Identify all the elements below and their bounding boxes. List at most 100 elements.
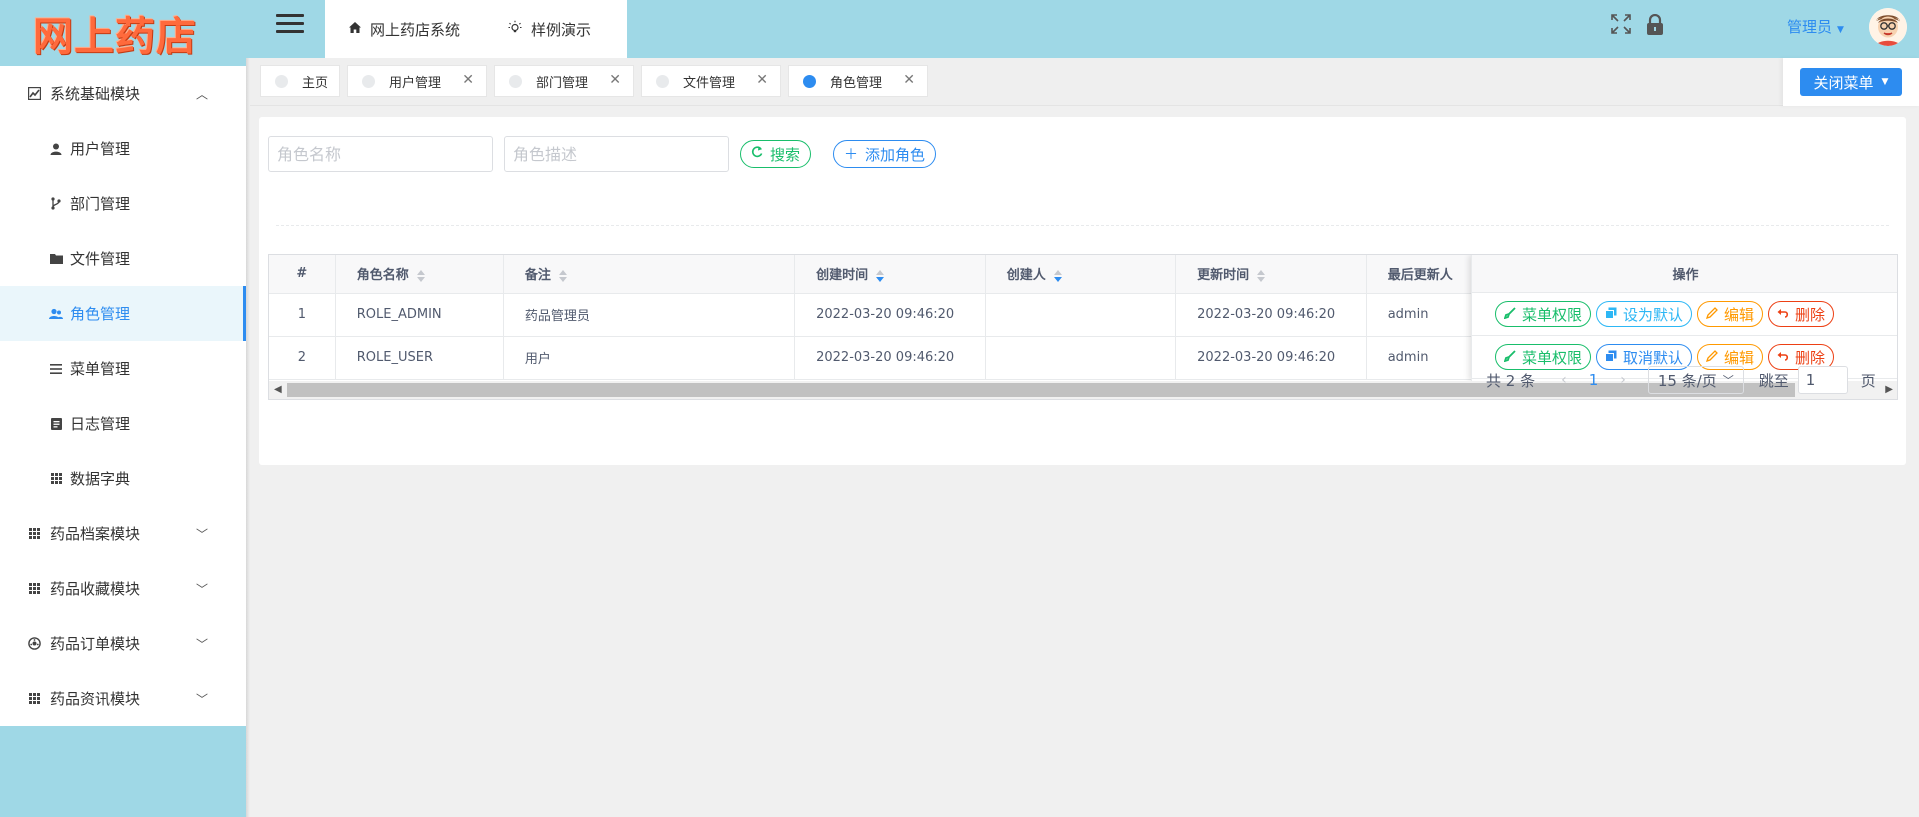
cell-creator [985,293,1177,337]
brush-icon [1503,306,1516,322]
sidebar-group-drug-favorites[interactable]: 药品收藏模块 ﹀ [0,561,246,616]
fullscreen-icon[interactable] [1611,14,1631,39]
chart-icon [26,87,42,100]
sidebar-item-user-management[interactable]: 用户管理 [0,121,246,176]
lock-icon[interactable] [1646,13,1664,40]
page-tab-label: 用户管理 [389,75,442,91]
cell-index: 1 [269,293,336,337]
page-tab-user-management[interactable]: 用户管理 ✕ [347,65,487,97]
prev-page-icon[interactable]: ‹ [1561,372,1567,388]
tab-status-dot [362,74,375,88]
page-suffix: 页 [1860,371,1876,390]
users-icon [48,308,64,320]
sidebar-item-label: 用户管理 [70,140,131,158]
cell-remark: 药品管理员 [503,293,796,337]
role-desc-input[interactable] [504,136,729,172]
set-default-button[interactable]: 设为默认 [1596,301,1693,327]
sidebar-item-label: 菜单管理 [70,360,131,378]
page-size-value: 15 条/页 [1657,371,1717,390]
next-page-icon[interactable]: › [1620,372,1626,388]
page-tab-file-management[interactable]: 文件管理 ✕ [641,65,781,97]
delete-button[interactable]: 删除 [1768,301,1835,327]
chevron-down-icon: ﹀ [195,637,208,651]
scroll-right-icon[interactable]: ▶ [1885,384,1893,395]
chevron-up-icon: ︿ [195,87,208,101]
user-dropdown[interactable]: 管理员 ▼ [1787,16,1844,37]
sidebar-group-drug-orders[interactable]: 药品订单模块 ﹀ [0,616,246,671]
col-header-created-time[interactable]: 创建时间 [794,255,986,294]
edit-button[interactable]: 编辑 [1697,301,1764,327]
sidebar-group-label: 药品订单模块 [50,635,141,653]
chevron-down-icon: ﹀ [195,582,208,596]
cell-role-name: ROLE_ADMIN [335,293,504,337]
search-button[interactable]: 搜索 [740,140,812,168]
col-header-updated-time[interactable]: 更新时间 [1175,255,1367,294]
sort-desc-icon[interactable] [876,269,885,282]
menu-toggle-icon[interactable] [276,14,304,36]
user-name-label: 管理员 [1787,18,1833,36]
role-name-input[interactable] [268,136,493,172]
sidebar-group-drug-news[interactable]: 药品资讯模块 ﹀ [0,671,246,726]
edit-icon [1706,306,1718,322]
sort-icon[interactable] [558,269,567,282]
close-icon[interactable]: ✕ [903,72,915,88]
divider [276,225,1889,226]
page-number[interactable]: 1 [1589,371,1599,389]
cell-remark: 用户 [503,336,796,380]
col-header-last-updater[interactable]: 最后更新人 [1366,255,1473,294]
add-role-button[interactable]: ＋ 添加角色 [833,140,937,168]
sidebar-item-dept-management[interactable]: 部门管理 [0,176,246,231]
sidebar-item-file-management[interactable]: 文件管理 [0,231,246,286]
sidebar-group-label: 药品资讯模块 [50,690,141,708]
tab-status-dot [509,74,522,88]
tab-status-dot [275,74,288,88]
search-button-label: 搜索 [770,145,801,164]
sidebar-item-menu-management[interactable]: 菜单管理 [0,341,246,396]
sort-desc-icon[interactable] [1053,269,1062,282]
page-tab-dept-management[interactable]: 部门管理 ✕ [494,65,634,97]
sidebar-group-label: 药品收藏模块 [50,580,141,598]
page-tab-label: 角色管理 [830,75,883,91]
sidebar-item-label: 角色管理 [70,305,131,323]
col-header-role-name[interactable]: 角色名称 [335,255,504,294]
sidebar-item-data-dictionary[interactable]: 数据字典 [0,451,246,506]
undo-icon [1777,350,1789,365]
close-menu-button[interactable]: 关闭菜单 ▼ [1800,68,1902,96]
sidebar-group-system-basic[interactable]: 系统基础模块 ︿ [0,66,246,121]
sidebar: 网上药店 系统基础模块 ︿ 用户管理 部门管理 文件管理 角色管理 菜单管理 日… [0,0,246,817]
chevron-down-icon: ﹀ [195,527,208,541]
sidebar-item-label: 数据字典 [70,470,131,488]
sidebar-group-drug-archive[interactable]: 药品档案模块 ﹀ [0,506,246,561]
page-tab-home[interactable]: 主页 [260,65,340,97]
col-header-remark[interactable]: 备注 [503,255,796,294]
page-size-select[interactable]: 15 条/页 ﹀ [1647,366,1744,394]
col-header-creator[interactable]: 创建人 [985,255,1177,294]
app-logo[interactable]: 网上药店 [0,0,246,66]
close-icon[interactable]: ✕ [609,72,621,88]
grid-icon [26,583,42,594]
cell-updated-time: 2022-03-20 09:46:20 [1175,293,1367,337]
close-icon[interactable]: ✕ [756,72,768,88]
page-tab-role-management[interactable]: 角色管理 ✕ [788,65,928,97]
cell-updated-time: 2022-03-20 09:46:20 [1175,336,1367,380]
cell-created-time: 2022-03-20 09:46:20 [794,336,986,380]
menu-permission-button[interactable]: 菜单权限 [1495,301,1592,327]
sidebar-group-label: 药品档案模块 [50,525,141,543]
header-tab-demo[interactable]: 样例演示 [484,0,615,58]
sort-icon[interactable] [416,269,425,282]
list-icon [48,363,64,374]
sidebar-item-log-management[interactable]: 日志管理 [0,396,246,451]
copy-icon [1605,307,1617,322]
grid-icon [48,473,64,484]
jump-page-input[interactable] [1797,366,1848,394]
scroll-left-icon[interactable]: ◀ [274,384,282,395]
role-management-panel: 搜索 ＋ 添加角色 # 角色名称 备注 创建时间 创建人 更新时间 最后更新人 [259,117,1906,465]
sidebar-item-role-management[interactable]: 角色管理 [0,286,246,341]
chevron-down-icon: ﹀ [1722,374,1734,387]
brush-icon [1503,349,1516,365]
avatar[interactable] [1869,8,1907,46]
tab-status-dot [656,74,669,88]
header-tab-system[interactable]: 网上药店系统 [325,0,484,58]
close-icon[interactable]: ✕ [462,72,474,88]
sort-icon[interactable] [1257,269,1266,282]
